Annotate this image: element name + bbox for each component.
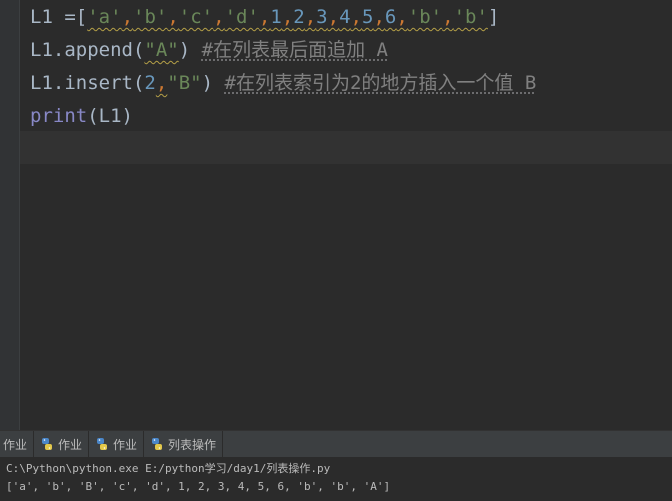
number-literal: 2 (144, 72, 156, 94)
string-literal: 'a' (87, 6, 122, 28)
number-literal: 5 (361, 6, 374, 28)
string-literal: 'd' (224, 6, 259, 28)
editor-gutter[interactable] (0, 0, 20, 430)
code-line-3[interactable]: L1.insert(2,"B") #在列表索引为2的地方插入一个值 B (30, 67, 536, 100)
string-literal: 'b' (453, 6, 488, 28)
run-console[interactable]: C:\Python\python.exe E:/python学习/day1/列表… (0, 458, 672, 501)
string-literal: 'c' (178, 6, 214, 28)
comma: , (213, 6, 225, 28)
method-call: L1.append( (30, 39, 145, 61)
number-literal: 6 (384, 6, 397, 28)
comma: , (373, 6, 385, 28)
run-tab-1[interactable]: 作业 (0, 431, 35, 457)
code-comment: #在列表索引为2的地方插入一个值 B (224, 72, 537, 94)
run-tool-tabs: 作业 作业 作业 列表操作 (0, 430, 672, 458)
close-paren: ) (201, 72, 214, 94)
string-literal: "B" (167, 72, 202, 94)
comma: , (258, 6, 271, 28)
number-literal: 4 (339, 6, 351, 28)
tab-label: 作业 (113, 437, 138, 452)
close-paren: ) (178, 39, 191, 61)
comma: , (281, 6, 294, 28)
run-tab-2[interactable]: 作业 (34, 431, 90, 457)
string-literal: "A" (144, 39, 179, 61)
number-literal: 3 (316, 6, 328, 28)
comma: , (442, 6, 454, 28)
comma: , (396, 6, 408, 28)
run-tab-4[interactable]: 列表操作 (144, 431, 224, 457)
string-literal: 'b' (133, 6, 168, 28)
variable-name: L1 (30, 6, 53, 28)
comma: , (327, 6, 340, 28)
list-literal: 'a','b','c','d',1,2,3,4,5,6,'b','b' (87, 6, 488, 28)
open-bracket: [ (75, 6, 88, 28)
comma: , (350, 6, 362, 28)
number-literal: 2 (293, 6, 305, 28)
comma: , (304, 6, 317, 28)
string-literal: 'b' (407, 6, 443, 28)
python-icon (42, 438, 53, 450)
function-args: (L1) (87, 105, 133, 127)
code-editor[interactable]: L1 =['a','b','c','d',1,2,3,4,5,6,'b','b'… (0, 0, 672, 430)
console-command-line: C:\Python\python.exe E:/python学习/day1/列表… (6, 462, 331, 475)
code-line-4[interactable]: print(L1) (30, 100, 133, 133)
builtin-function: print (30, 105, 88, 127)
assign-operator: = (52, 6, 76, 28)
code-line-1[interactable]: L1 =['a','b','c','d',1,2,3,4,5,6,'b','b'… (30, 1, 499, 34)
current-line-highlight (20, 131, 672, 164)
python-icon (97, 438, 108, 450)
number-literal: 1 (270, 6, 282, 28)
run-tab-3[interactable]: 作业 (89, 431, 145, 457)
method-call: L1.insert( (30, 72, 145, 94)
comma: , (121, 6, 134, 28)
comma: , (155, 72, 168, 94)
tab-label: 作业 (58, 437, 83, 452)
code-comment: #在列表最后面追加 A (201, 39, 388, 61)
tab-label: 列表操作 (168, 437, 217, 452)
close-bracket: ] (487, 6, 500, 28)
console-output-line: ['a', 'b', 'B', 'c', 'd', 1, 2, 3, 4, 5,… (6, 480, 391, 493)
tab-label: 作业 (3, 437, 28, 452)
python-icon (152, 438, 163, 450)
code-line-2[interactable]: L1.append("A") #在列表最后面追加 A (30, 34, 388, 67)
comma: , (167, 6, 179, 28)
